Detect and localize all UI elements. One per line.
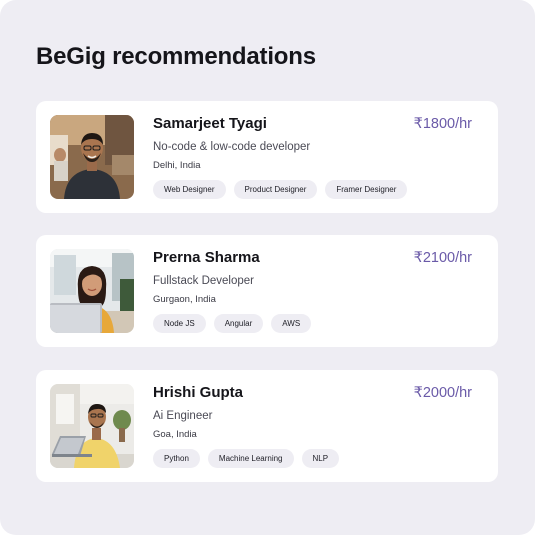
skill-tag: Web Designer — [153, 180, 226, 199]
candidate-location: Gurgaon, India — [153, 294, 216, 305]
candidate-card[interactable]: Samarjeet Tyagi No-code & low-code devel… — [36, 101, 498, 213]
skill-tags: Python Machine Learning NLP — [153, 449, 340, 468]
candidate-role: Ai Engineer — [153, 410, 213, 422]
candidate-rate: ₹2100/hr — [413, 250, 472, 266]
candidate-photo — [50, 115, 134, 199]
candidate-location: Goa, India — [153, 429, 197, 440]
candidate-role: No-code & low-code developer — [153, 141, 311, 153]
candidate-card[interactable]: Prerna Sharma Fullstack Developer Gurgao… — [36, 235, 498, 347]
recommendations-panel: BeGig recommendations Samarjeet Tyagi No… — [0, 0, 535, 535]
candidate-rate: ₹1800/hr — [413, 116, 472, 132]
candidate-name[interactable]: Samarjeet Tyagi — [153, 114, 267, 134]
candidate-rate: ₹2000/hr — [413, 385, 472, 401]
skill-tag: Framer Designer — [325, 180, 408, 199]
candidate-card[interactable]: Hrishi Gupta Ai Engineer Goa, India ₹200… — [36, 370, 498, 482]
skill-tag: Python — [153, 449, 200, 468]
skill-tag: Node JS — [153, 314, 206, 333]
skill-tag: AWS — [271, 314, 312, 333]
skill-tag: NLP — [301, 449, 340, 468]
panel-heading: BeGig recommendations — [36, 43, 316, 70]
candidate-photo — [50, 249, 134, 333]
candidate-photo — [50, 384, 134, 468]
skill-tags: Node JS Angular AWS — [153, 314, 312, 333]
candidate-name[interactable]: Hrishi Gupta — [153, 383, 243, 403]
skill-tags: Web Designer Product Designer Framer Des… — [153, 180, 408, 199]
candidate-name[interactable]: Prerna Sharma — [153, 248, 260, 268]
skill-tag: Product Designer — [233, 180, 318, 199]
candidate-location: Delhi, India — [153, 160, 201, 171]
skill-tag: Angular — [213, 314, 264, 333]
skill-tag: Machine Learning — [207, 449, 294, 468]
candidate-role: Fullstack Developer — [153, 275, 254, 287]
